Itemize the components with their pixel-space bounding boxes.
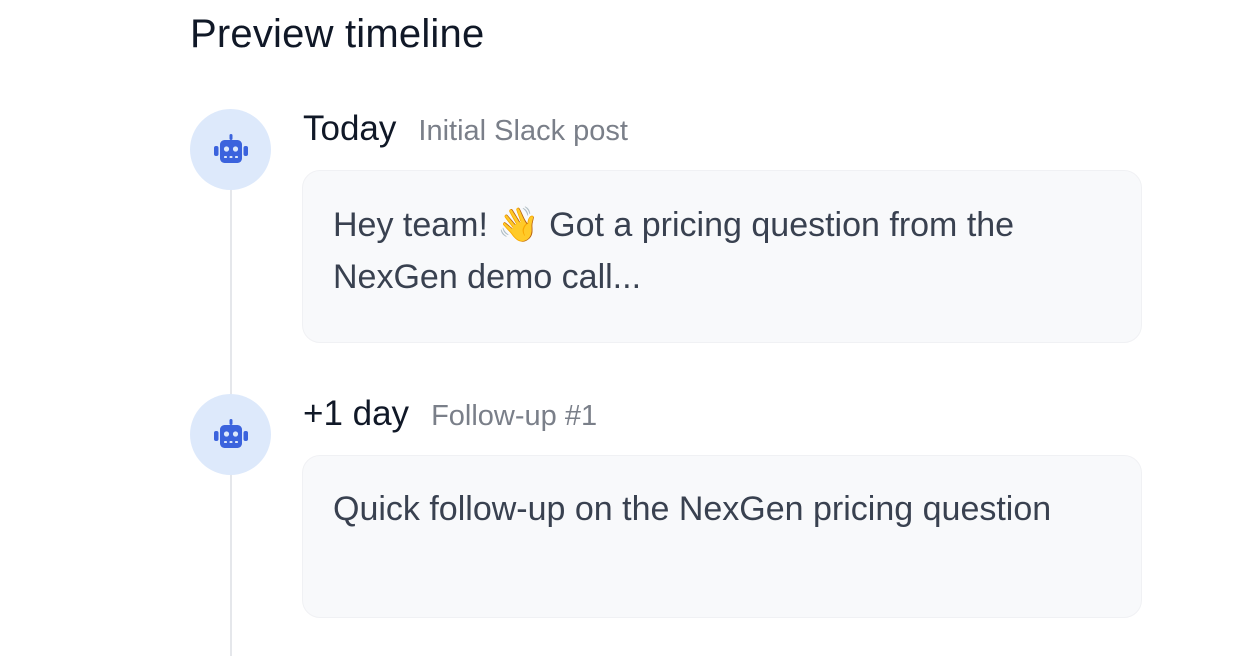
preview-timeline-panel: Preview timeline Today Initial Slack pos…	[0, 0, 1252, 656]
entry-label: Initial Slack post	[418, 115, 628, 147]
entry-time: +1 day	[303, 394, 410, 433]
message-preview-card: Quick follow-up on the NexGen pricing qu…	[302, 455, 1142, 618]
entry-header: +1 day Follow-up #1	[303, 394, 597, 438]
message-preview-card: Hey team! 👋 Got a pricing question from …	[302, 170, 1142, 343]
robot-icon	[213, 418, 248, 448]
robot-icon	[213, 133, 248, 163]
page-title: Preview timeline	[190, 12, 485, 56]
entry-time: Today	[303, 109, 397, 148]
entry-label: Follow-up #1	[431, 400, 598, 432]
entry-header: Today Initial Slack post	[303, 109, 628, 153]
bot-avatar	[190, 394, 271, 475]
bot-avatar	[190, 109, 271, 190]
